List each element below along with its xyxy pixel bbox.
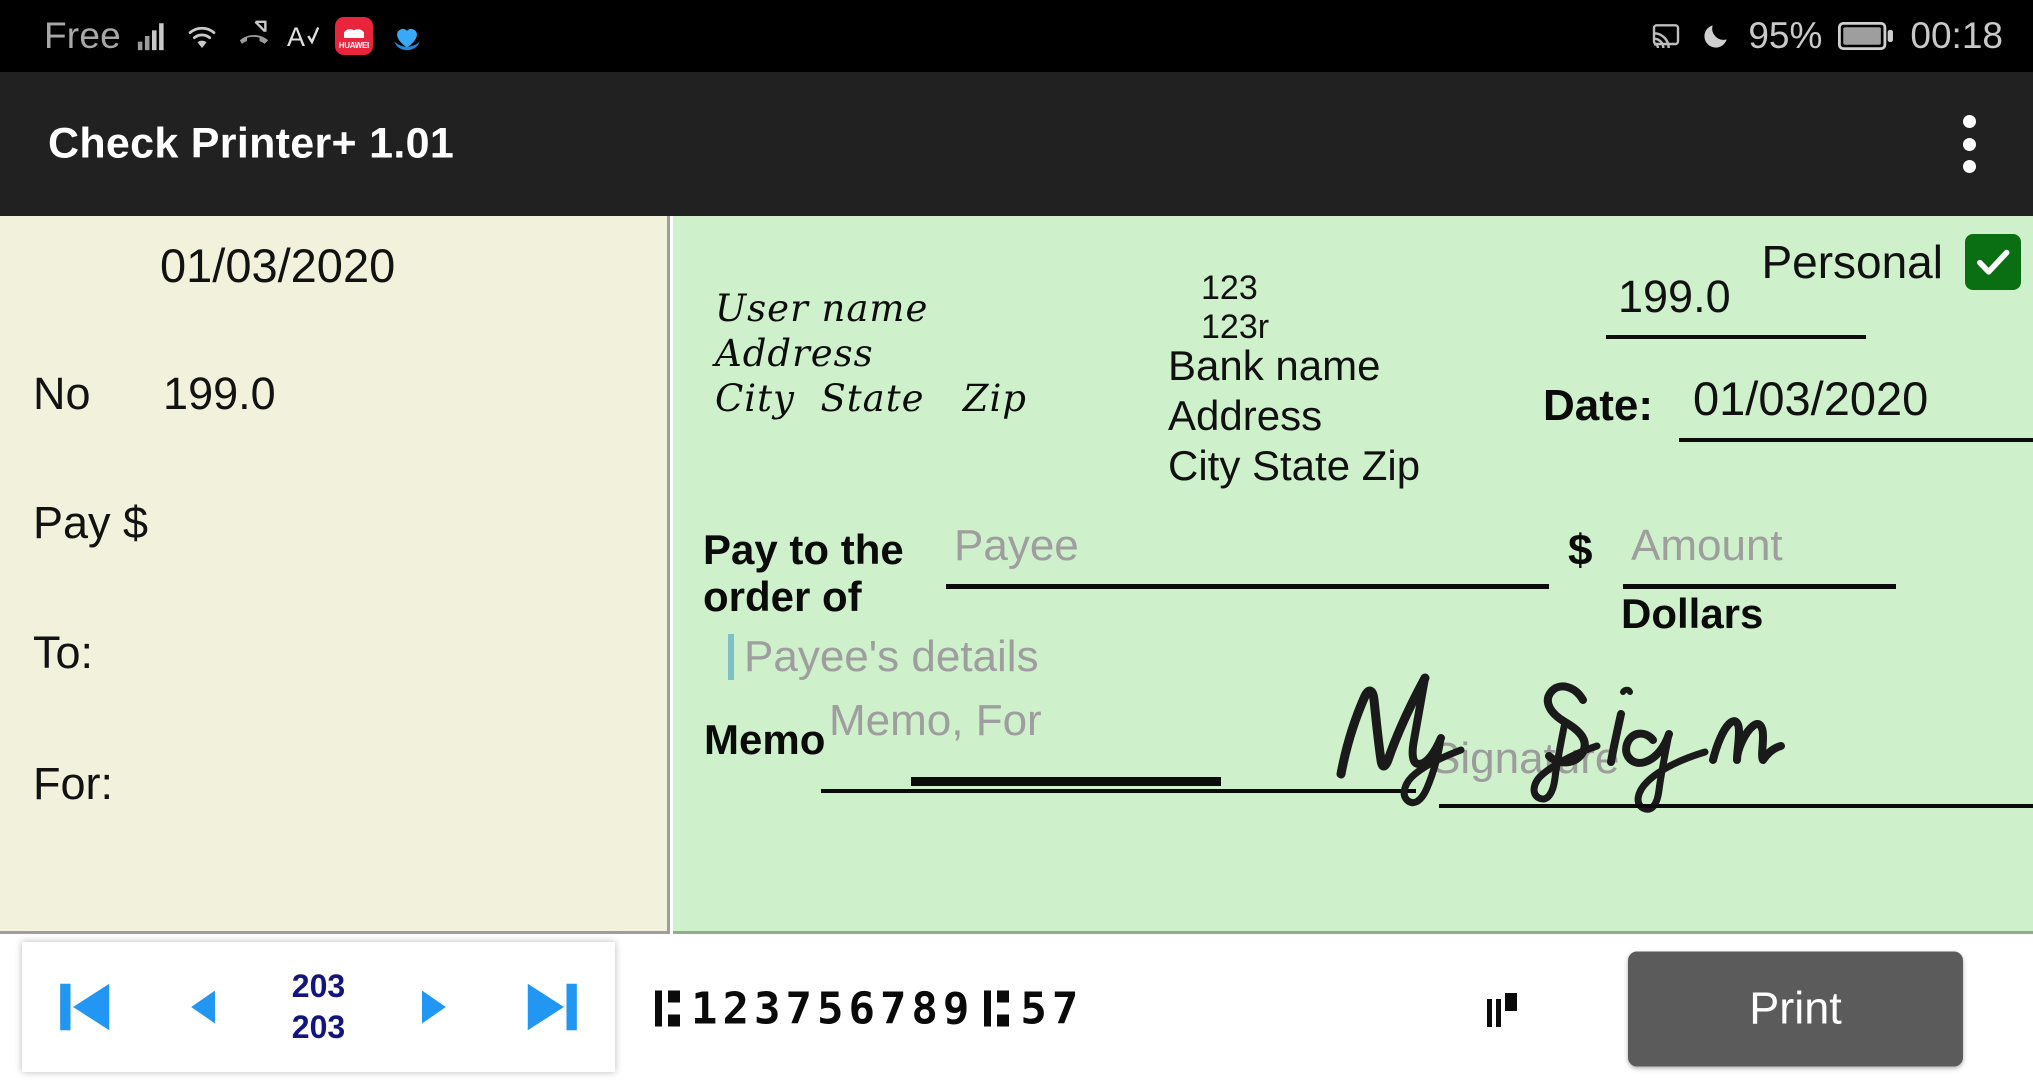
pager-total-pages: 203 xyxy=(291,1009,346,1045)
on-us-symbol-icon xyxy=(1487,991,1517,1027)
signature-rule xyxy=(1439,804,2033,808)
app-bar: Check Printer+ 1.01 xyxy=(0,72,2033,216)
summary-row-for: For: xyxy=(33,758,186,810)
payer-block[interactable]: User name Address City State Zip xyxy=(715,286,1027,421)
signature-drawing xyxy=(1336,673,1785,813)
print-button[interactable]: Print xyxy=(1628,951,1963,1066)
amount-rule xyxy=(1623,584,1896,589)
summary-no-value: 199.0 xyxy=(163,368,276,419)
skip-to-first-icon[interactable] xyxy=(55,973,117,1041)
print-button-label: Print xyxy=(1749,982,1842,1034)
date-field[interactable]: 01/03/2020 xyxy=(1679,371,2033,442)
micr-account-number: 57 xyxy=(1020,983,1084,1034)
pay-to-order-label: Pay to the order of xyxy=(703,526,904,621)
pager-counter: 203 203 xyxy=(292,966,345,1048)
previous-icon[interactable] xyxy=(182,979,226,1035)
memo-label: Memo xyxy=(704,716,826,763)
payee-rule xyxy=(946,584,1549,589)
personal-checkbox[interactable] xyxy=(1965,234,2021,290)
check-summary-panel[interactable]: 01/03/2020 No 199.0 Pay $ To: For: xyxy=(0,216,670,934)
pager-control: 203 203 xyxy=(22,942,615,1072)
amount-field[interactable]: Amount xyxy=(1623,521,1896,589)
svg-text:A: A xyxy=(287,22,305,52)
skip-to-last-icon[interactable] xyxy=(520,973,582,1041)
payee-details-field[interactable]: Payee's details xyxy=(728,633,1039,681)
battery-icon xyxy=(1838,21,1894,51)
bank-city-state-zip: City State Zip xyxy=(1168,441,1421,489)
page-title: Check Printer+ 1.01 xyxy=(48,119,455,168)
status-bar: Free A HUAWEI 95% 00:18 xyxy=(0,0,2033,72)
status-bar-left: Free A HUAWEI xyxy=(44,15,427,57)
bank-name: Bank name xyxy=(1168,342,1381,389)
check-number-block: 123 123r xyxy=(1201,269,1269,347)
summary-row-pay: Pay $ xyxy=(33,497,221,549)
check-icon xyxy=(1977,249,2010,275)
date-field-row: Date: 01/03/2020 xyxy=(1543,371,2033,442)
summary-no-label: No xyxy=(33,368,91,419)
wifi-icon xyxy=(183,19,221,53)
date-label: Date: xyxy=(1543,381,1654,430)
dollars-label: Dollars xyxy=(1621,590,1764,637)
summary-to-label: To: xyxy=(33,627,94,678)
moon-icon xyxy=(1700,20,1732,52)
payee-field[interactable]: Payee xyxy=(946,521,1549,589)
payer-name: User name xyxy=(715,287,929,330)
bottom-bar: 203 203 123756789 57 Print xyxy=(0,937,2033,1080)
summary-pay-label: Pay $ xyxy=(33,497,149,548)
huawei-icon: HUAWEI xyxy=(334,17,373,55)
status-bar-right: 95% 00:18 xyxy=(1648,0,2003,72)
check-number-rule xyxy=(1606,335,1866,339)
micr-routing-number: 123756789 xyxy=(691,983,975,1034)
clock-label: 00:18 xyxy=(1910,15,2003,56)
pager-current-page: 203 xyxy=(291,968,346,1005)
summary-for-label: For: xyxy=(33,758,114,809)
content-area: 01/03/2020 No 199.0 Pay $ To: For: Perso… xyxy=(0,216,2033,934)
date-rule xyxy=(1679,438,2033,442)
cast-icon xyxy=(1648,20,1684,52)
date-value: 01/03/2020 xyxy=(1693,372,1929,425)
amount-placeholder: Amount xyxy=(1631,521,1783,570)
micr-line: 123756789 57 xyxy=(645,983,1083,1034)
payer-address: Address xyxy=(715,332,874,376)
payer-city-state-zip: City State Zip xyxy=(715,377,1027,421)
summary-row-no: No 199.0 xyxy=(33,368,276,420)
dollar-sign-icon: $ xyxy=(1568,526,1593,575)
next-icon[interactable] xyxy=(411,979,455,1035)
check-number-line1: 123 xyxy=(1201,269,1258,307)
memo-rule-thick xyxy=(911,777,1221,786)
payee-placeholder: Payee xyxy=(954,521,1079,570)
carrier-label: Free xyxy=(44,15,121,56)
check-number-field[interactable]: 199.0 xyxy=(1606,271,1866,339)
check-canvas: Personal User name Address City State Zi… xyxy=(673,216,2033,934)
battery-percent-label: 95% xyxy=(1748,15,1823,56)
font-size-icon: A xyxy=(287,19,321,53)
app-root: Free A HUAWEI 95% 00:18 Check Printer+ 1… xyxy=(0,0,2033,1080)
summary-row-to: To: xyxy=(33,627,166,679)
signature-field[interactable]: Signature xyxy=(1321,656,2033,826)
signal-bars-icon xyxy=(135,19,169,53)
summary-date: 01/03/2020 xyxy=(160,239,396,292)
check-number-value: 199.0 xyxy=(1618,271,1731,322)
bank-address: Address xyxy=(1168,391,1323,439)
transit-symbol-icon xyxy=(655,987,681,1029)
missed-call-icon xyxy=(235,19,273,53)
more-vertical-icon[interactable] xyxy=(1947,109,1991,179)
health-app-icon xyxy=(387,19,427,53)
bank-block[interactable]: Bank name Address City State Zip xyxy=(1168,341,1420,491)
transit-symbol-icon-2 xyxy=(984,987,1010,1029)
